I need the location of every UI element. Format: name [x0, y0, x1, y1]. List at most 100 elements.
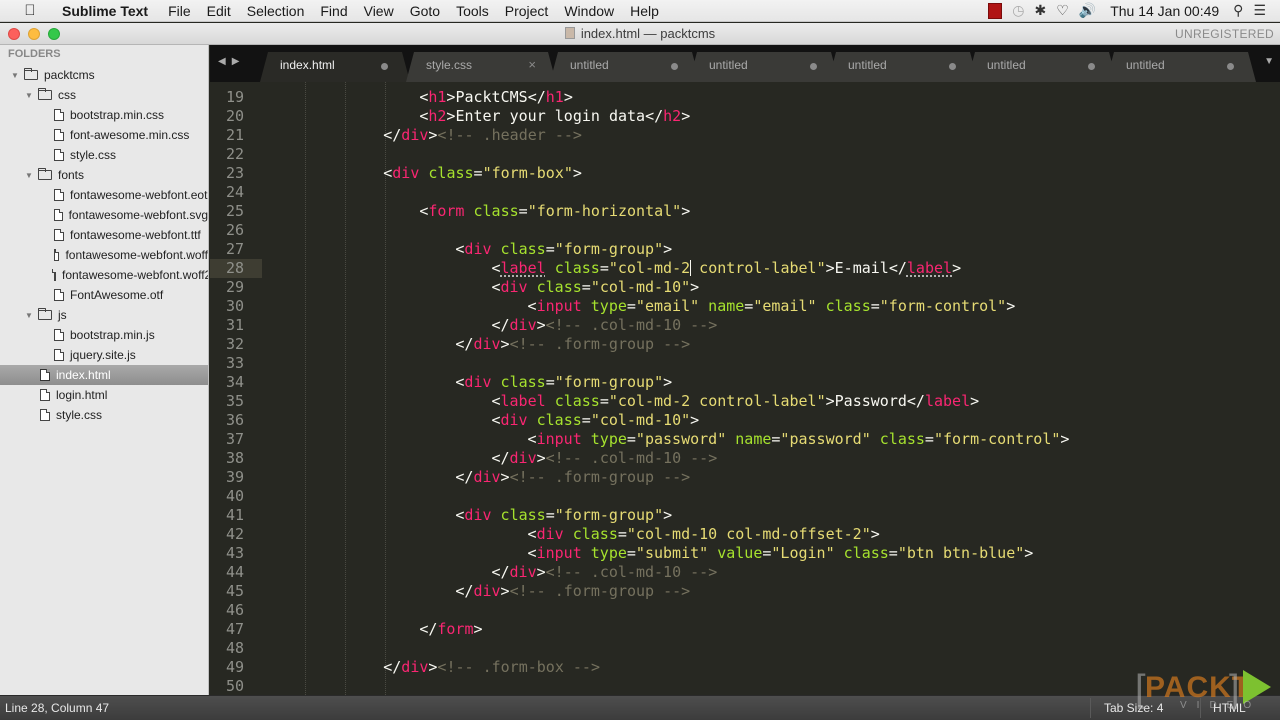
code-line[interactable]: 31 </div><!-- .col-md-10 -->: [210, 316, 1280, 335]
sidebar-folder[interactable]: ▼ js: [0, 305, 208, 325]
unsaved-dot-icon[interactable]: [1227, 63, 1234, 70]
sidebar-file[interactable]: login.html: [0, 385, 208, 405]
code-line[interactable]: 35 <label class="col-md-2 control-label">…: [210, 392, 1280, 411]
sidebar-file[interactable]: index.html: [0, 365, 208, 385]
unsaved-dot-icon[interactable]: [1088, 63, 1095, 70]
code-line[interactable]: 19 <h1>PacktCMS</h1>: [210, 88, 1280, 107]
screen-recorder-icon[interactable]: [988, 2, 1003, 19]
syntax-selector[interactable]: HTML: [1213, 701, 1246, 715]
tab-back-icon[interactable]: ◀: [218, 56, 232, 67]
sidebar-file[interactable]: bootstrap.min.css: [0, 105, 208, 125]
sidebar-folder[interactable]: ▼ fonts: [0, 165, 208, 185]
disclosure-triangle-icon[interactable]: ▼: [10, 71, 20, 80]
sidebar-file[interactable]: fontawesome-webfont.svg: [0, 205, 208, 225]
disclosure-triangle-icon[interactable]: ▼: [24, 171, 34, 180]
code-line[interactable]: 34 <div class="form-group">: [210, 373, 1280, 392]
code-line[interactable]: 48: [210, 639, 1280, 658]
code-line[interactable]: 22: [210, 145, 1280, 164]
spotlight-search-icon[interactable]: ⚲: [1233, 2, 1243, 19]
volume-icon[interactable]: 🔊: [1079, 2, 1096, 19]
code-line[interactable]: 33: [210, 354, 1280, 373]
tab-index-html[interactable]: index.html: [260, 52, 410, 82]
disclosure-triangle-icon[interactable]: ▼: [24, 311, 34, 320]
sidebar-file[interactable]: style.css: [0, 145, 208, 165]
time-machine-icon[interactable]: ◷: [1012, 2, 1024, 19]
tab-forward-icon[interactable]: ▶: [232, 56, 246, 67]
disclosure-triangle-icon[interactable]: ▼: [24, 91, 34, 100]
menu-tools[interactable]: Tools: [448, 3, 497, 19]
code-line[interactable]: 27 <div class="form-group">: [210, 240, 1280, 259]
menu-goto[interactable]: Goto: [402, 3, 448, 19]
sidebar-file[interactable]: bootstrap.min.js: [0, 325, 208, 345]
code-line[interactable]: 28 <label class="col-md-2 control-label">…: [210, 259, 1280, 278]
code-line[interactable]: 37 <input type="password" name="password"…: [210, 430, 1280, 449]
menu-selection[interactable]: Selection: [239, 3, 313, 19]
code-line[interactable]: 42 <div class="col-md-10 col-md-offset-2"…: [210, 525, 1280, 544]
sidebar-file[interactable]: fontawesome-webfont.eot: [0, 185, 208, 205]
menu-find[interactable]: Find: [312, 3, 355, 19]
menu-app-name[interactable]: Sublime Text: [54, 3, 156, 19]
tab-untitled[interactable]: untitled: [828, 52, 978, 82]
unsaved-dot-icon[interactable]: [949, 63, 956, 70]
bluetooth-icon[interactable]: ✱: [1034, 2, 1046, 19]
tab-close-icon[interactable]: ×: [528, 57, 536, 72]
tab-untitled[interactable]: untitled: [1106, 52, 1256, 82]
code-line[interactable]: 21 </div><!-- .header -->: [210, 126, 1280, 145]
unsaved-dot-icon[interactable]: [671, 63, 678, 70]
menu-view[interactable]: View: [356, 3, 402, 19]
sidebar-file[interactable]: fontawesome-webfont.woff2: [0, 265, 208, 285]
tab-untitled[interactable]: untitled: [967, 52, 1117, 82]
code-line[interactable]: 25 <form class="form-horizontal">: [210, 202, 1280, 221]
document-proxy-icon[interactable]: [564, 27, 575, 39]
unsaved-dot-icon[interactable]: [810, 63, 817, 70]
sidebar-folder[interactable]: ▼ packtcms: [0, 65, 208, 85]
code-line[interactable]: 50: [210, 677, 1280, 695]
sidebar-file[interactable]: fontawesome-webfont.woff: [0, 245, 208, 265]
tab-untitled[interactable]: untitled: [550, 52, 700, 82]
menu-edit[interactable]: Edit: [199, 3, 239, 19]
code-line[interactable]: 46: [210, 601, 1280, 620]
sidebar-file[interactable]: jquery.site.js: [0, 345, 208, 365]
menu-window[interactable]: Window: [556, 3, 622, 19]
menu-file[interactable]: File: [160, 3, 199, 19]
menu-project[interactable]: Project: [497, 3, 557, 19]
code-line[interactable]: 23 <div class="form-box">: [210, 164, 1280, 183]
apple-menu-icon[interactable]: : [20, 2, 40, 19]
code-line[interactable]: 43 <input type="submit" value="Login" cla…: [210, 544, 1280, 563]
code-line[interactable]: 40: [210, 487, 1280, 506]
sidebar-file[interactable]: font-awesome.min.css: [0, 125, 208, 145]
code-line[interactable]: 49 </div><!-- .form-box -->: [210, 658, 1280, 677]
code-line[interactable]: 45 </div><!-- .form-group -->: [210, 582, 1280, 601]
code-line[interactable]: 47 </form>: [210, 620, 1280, 639]
code-token-comment: <!-- .col-md-10 -->: [545, 449, 718, 467]
menu-help[interactable]: Help: [622, 3, 667, 19]
sidebar-file[interactable]: FontAwesome.otf: [0, 285, 208, 305]
sidebar-file[interactable]: style.css: [0, 405, 208, 425]
code-line[interactable]: 26: [210, 221, 1280, 240]
tab-list-dropdown-icon[interactable]: ▼: [1264, 56, 1274, 67]
code-editor[interactable]: 19 <h1>PacktCMS</h1> 20 <h2>Enter your logi…: [210, 82, 1280, 695]
code-line[interactable]: 30 <input type="email" name="email" class…: [210, 297, 1280, 316]
code-line[interactable]: 38 </div><!-- .col-md-10 -->: [210, 449, 1280, 468]
sidebar-folder[interactable]: ▼ css: [0, 85, 208, 105]
code-line[interactable]: 32 </div><!-- .form-group -->: [210, 335, 1280, 354]
wifi-icon[interactable]: ♡: [1056, 2, 1069, 19]
notification-center-icon[interactable]: ☰: [1253, 2, 1266, 19]
line-number: 25: [225, 202, 244, 220]
unsaved-dot-icon[interactable]: [381, 63, 388, 70]
code-line[interactable]: 39 </div><!-- .form-group -->: [210, 468, 1280, 487]
code-line[interactable]: 44 </div><!-- .col-md-10 -->: [210, 563, 1280, 582]
code-line[interactable]: 36 <div class="col-md-10">: [210, 411, 1280, 430]
code-token-str: "col-md-2: [608, 259, 691, 277]
code-line[interactable]: 24: [210, 183, 1280, 202]
code-line[interactable]: 41 <div class="form-group">: [210, 506, 1280, 525]
file-icon: [54, 349, 64, 361]
tab-style-css[interactable]: style.css ×: [406, 52, 556, 82]
sidebar-file[interactable]: fontawesome-webfont.ttf: [0, 225, 208, 245]
code-line[interactable]: 29 <div class="col-md-10">: [210, 278, 1280, 297]
code-line[interactable]: 20 <h2>Enter your login data</h2>: [210, 107, 1280, 126]
code-token-str: "submit": [635, 544, 709, 562]
tab-untitled[interactable]: untitled: [689, 52, 839, 82]
tab-size-selector[interactable]: Tab Size: 4: [1104, 701, 1163, 715]
clock[interactable]: Thu 14 Jan 00:49: [1110, 3, 1219, 19]
